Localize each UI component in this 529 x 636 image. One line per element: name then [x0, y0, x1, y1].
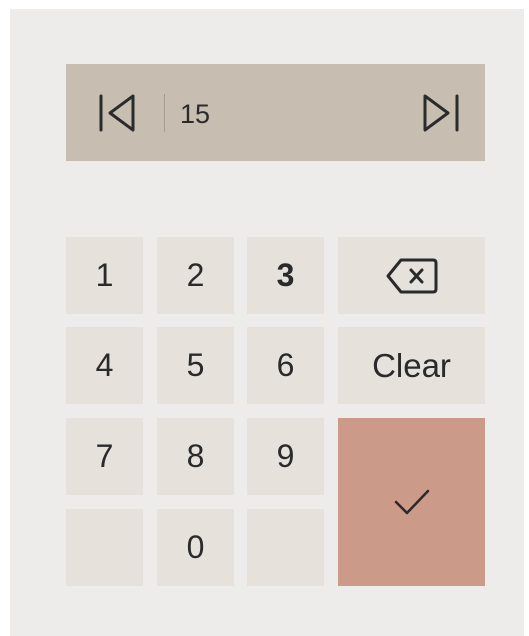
- key-3[interactable]: 3: [247, 237, 324, 314]
- skip-to-last-icon: [423, 94, 459, 131]
- key-9[interactable]: 9: [247, 418, 324, 495]
- value-header: 15: [66, 64, 485, 161]
- backspace-icon: [386, 258, 437, 293]
- clear-button[interactable]: Clear: [338, 327, 485, 404]
- empty-key-right: [247, 509, 324, 586]
- key-8[interactable]: 8: [157, 418, 234, 495]
- checkmark-icon: [394, 489, 429, 515]
- skip-to-first-button[interactable]: [78, 64, 158, 161]
- backspace-button[interactable]: [338, 237, 485, 314]
- key-2[interactable]: 2: [157, 237, 234, 314]
- header-divider: [164, 94, 165, 132]
- key-6[interactable]: 6: [247, 327, 324, 404]
- confirm-button[interactable]: [338, 418, 485, 586]
- current-value: 15: [180, 99, 211, 129]
- empty-key-left: [66, 509, 143, 586]
- key-4[interactable]: 4: [66, 327, 143, 404]
- skip-to-last-button[interactable]: [400, 64, 480, 161]
- key-0[interactable]: 0: [157, 509, 234, 586]
- key-1[interactable]: 1: [66, 237, 143, 314]
- key-5[interactable]: 5: [157, 327, 234, 404]
- key-7[interactable]: 7: [66, 418, 143, 495]
- skip-to-first-icon: [99, 94, 135, 131]
